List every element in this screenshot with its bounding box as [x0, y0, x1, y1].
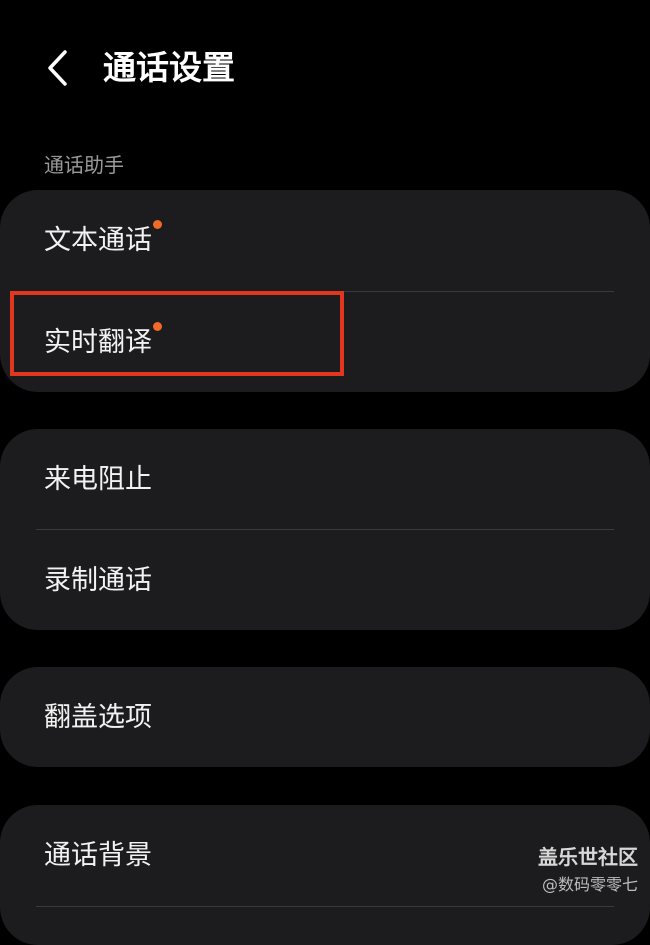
settings-card-calls: 来电阻止 录制通话	[0, 429, 650, 630]
new-badge-dot	[153, 322, 162, 331]
watermark: 盖乐世社区 @数码零零七	[538, 842, 638, 898]
section-label-assistant: 通话助手	[44, 153, 124, 177]
settings-card-flip: 翻盖选项	[0, 667, 650, 767]
setting-item-block-calls[interactable]: 来电阻止	[0, 429, 650, 529]
new-badge-dot	[153, 220, 162, 229]
item-label: 翻盖选项	[44, 702, 152, 733]
setting-item-text-call[interactable]: 文本通话	[0, 190, 650, 290]
setting-item-record-calls[interactable]: 录制通话	[0, 530, 650, 630]
item-label: 来电阻止	[44, 464, 152, 495]
settings-card-assistant: 文本通话 实时翻译	[0, 190, 650, 392]
divider	[36, 906, 614, 907]
setting-item-flip-options[interactable]: 翻盖选项	[0, 667, 650, 767]
item-label: 实时翻译	[44, 327, 152, 358]
setting-item-live-translate[interactable]: 实时翻译	[0, 292, 650, 392]
item-label: 通话背景	[44, 840, 152, 871]
watermark-brand: 盖乐世社区	[538, 845, 638, 869]
back-button[interactable]	[30, 40, 86, 96]
chevron-left-icon	[48, 50, 67, 86]
item-label: 文本通话	[44, 225, 152, 256]
page-title: 通话设置	[103, 48, 235, 87]
item-label: 录制通话	[44, 565, 152, 596]
app-header: 通话设置	[0, 0, 650, 130]
watermark-user: @数码零零七	[541, 875, 638, 894]
